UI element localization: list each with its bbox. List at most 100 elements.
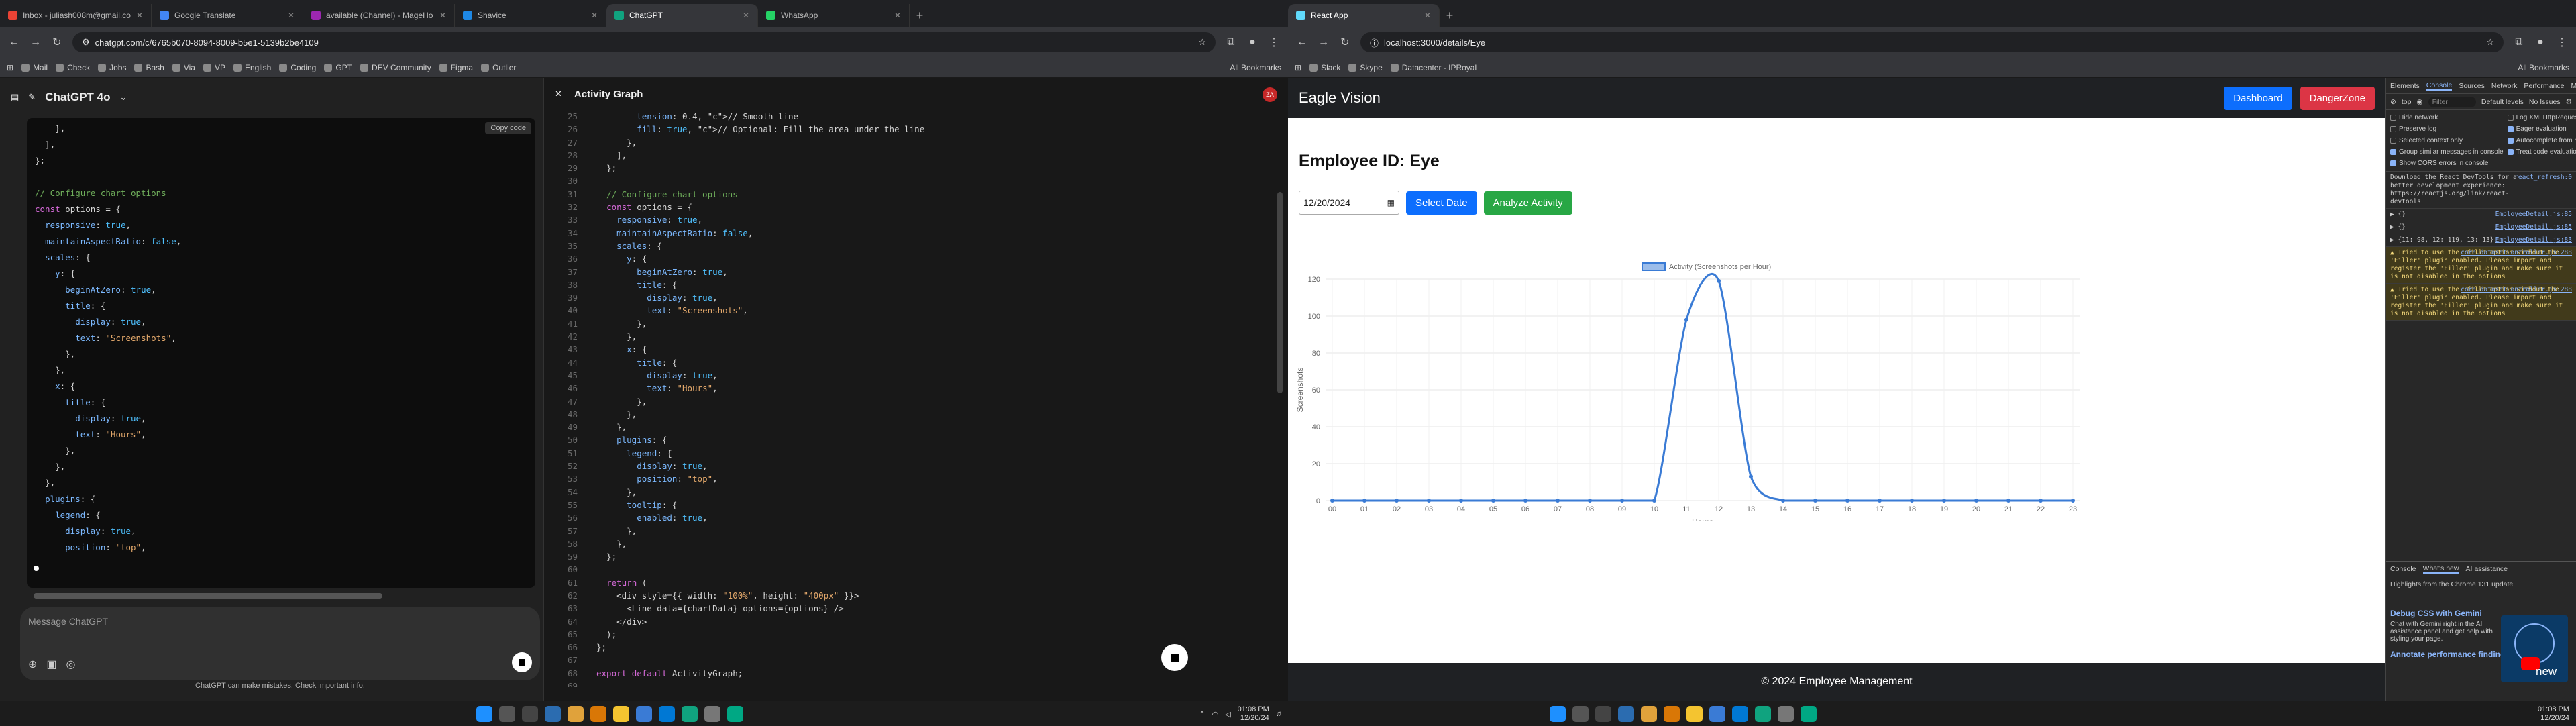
checkbox[interactable] <box>2390 149 2396 155</box>
notification-bell-icon[interactable]: ♫ <box>1276 710 1281 718</box>
chatgpt-icon[interactable] <box>682 706 698 722</box>
search-icon[interactable] <box>1572 706 1589 722</box>
context-selector[interactable]: top <box>2402 98 2412 106</box>
start-icon[interactable] <box>1550 706 1566 722</box>
data-point[interactable] <box>1523 499 1527 503</box>
bookmark-item[interactable]: English <box>233 63 271 72</box>
data-point[interactable] <box>1459 499 1463 503</box>
bookmark-item[interactable]: Figma <box>439 63 473 72</box>
data-point[interactable] <box>1395 499 1399 503</box>
console-option[interactable]: Show CORS errors in console <box>2390 160 2504 167</box>
reload-icon[interactable]: ↻ <box>51 36 63 49</box>
app-icon[interactable] <box>704 706 720 722</box>
data-point[interactable] <box>1813 499 1817 503</box>
checkbox[interactable] <box>2507 138 2514 144</box>
clear-console-icon[interactable]: ⊘ <box>2390 98 2396 106</box>
data-point[interactable] <box>1491 499 1495 503</box>
devtools-tab[interactable]: Elements <box>2390 82 2420 90</box>
console-option[interactable]: Log XMLHttpRequests <box>2507 114 2576 121</box>
message-source-link[interactable]: EmployeeDetail.js:83 <box>2496 236 2572 244</box>
tools-icon[interactable]: ▣ <box>46 658 56 671</box>
chevron-down-icon[interactable]: ⌄ <box>120 92 127 103</box>
brand[interactable]: Eagle Vision <box>1299 89 1381 107</box>
browser-tab[interactable]: available (Channel) - MageHo ✕ <box>303 4 455 27</box>
data-point[interactable] <box>1749 474 1753 479</box>
chrome-canary-icon[interactable] <box>1664 706 1680 722</box>
back-icon[interactable]: ← <box>8 36 20 48</box>
app-icon[interactable] <box>1778 706 1794 722</box>
browser-tab[interactable]: Inbox - juliash008m@gmail.co ✕ <box>0 4 152 27</box>
chrome-canary-icon[interactable] <box>590 706 606 722</box>
close-tab-icon[interactable]: ✕ <box>894 11 901 20</box>
whatsapp-icon[interactable] <box>727 706 743 722</box>
data-point[interactable] <box>1620 499 1624 503</box>
bookmark-item[interactable]: VP <box>203 63 225 72</box>
site-info-icon[interactable]: ⓘ <box>1370 36 1379 49</box>
menu-icon[interactable]: ⋮ <box>2556 36 2568 49</box>
profile-icon[interactable]: ● <box>1246 36 1258 48</box>
data-point[interactable] <box>2006 499 2010 503</box>
close-tab-icon[interactable]: ✕ <box>743 11 749 20</box>
whats-new-video-thumbnail[interactable]: new <box>2501 615 2568 682</box>
attach-icon[interactable]: ⊕ <box>28 658 37 671</box>
drawer-tab[interactable]: AI assistance <box>2465 565 2507 573</box>
console-message[interactable]: ▶ {} EmployeeDetail.js:85 <box>2386 209 2576 221</box>
data-point[interactable] <box>1588 499 1592 503</box>
vscode-2-icon[interactable] <box>659 706 675 722</box>
horizontal-scrollbar[interactable] <box>34 593 382 599</box>
drawer-tab[interactable]: Console <box>2390 565 2416 573</box>
message-source-link[interactable]: core.datasetController.js:288 <box>2461 249 2572 257</box>
bookmark-item[interactable]: Slack <box>1309 63 1340 72</box>
bookmark-item[interactable]: Skype <box>1348 63 1383 72</box>
data-point[interactable] <box>1652 499 1656 503</box>
message-source-link[interactable]: core.datasetController.js:288 <box>2461 286 2572 294</box>
data-point[interactable] <box>1556 499 1560 503</box>
select-date-button[interactable]: Select Date <box>1406 191 1477 215</box>
close-tab-icon[interactable]: ✕ <box>439 11 446 20</box>
start-icon[interactable] <box>476 706 492 722</box>
extensions-icon[interactable]: ⧉ <box>1225 36 1237 48</box>
console-message[interactable]: Download the React DevTools for a better… <box>2386 172 2576 209</box>
calendar-icon[interactable]: ▦ <box>1387 198 1395 207</box>
back-icon[interactable]: ← <box>1296 36 1308 48</box>
data-point[interactable] <box>2039 499 2043 503</box>
vertical-scrollbar[interactable] <box>1277 192 1283 393</box>
clock[interactable]: 01:08 PM 12/20/24 <box>2538 705 2569 723</box>
legend-label[interactable]: Activity (Screenshots per Hour) <box>1669 263 1771 271</box>
bookmark-item[interactable]: Datacenter - IPRoyal <box>1390 63 1477 72</box>
checkbox[interactable] <box>2507 126 2514 132</box>
close-icon[interactable]: ✕ <box>555 89 562 99</box>
menu-icon[interactable]: ⋮ <box>1268 36 1280 49</box>
globe-icon[interactable]: ◎ <box>66 658 76 671</box>
avatar[interactable]: ZA <box>1263 87 1277 102</box>
bookmark-item[interactable]: Outlier <box>481 63 516 72</box>
new-chat-icon[interactable]: ✎ <box>28 92 36 103</box>
console-message[interactable]: ▲ Tried to use the 'fill' option without… <box>2386 284 2576 321</box>
dangerzone-button[interactable]: DangerZone <box>2300 86 2375 110</box>
devtools-tab[interactable]: Console <box>2426 81 2453 91</box>
data-point[interactable] <box>1942 499 1946 503</box>
data-point[interactable] <box>1910 499 1914 503</box>
data-point[interactable] <box>1362 499 1366 503</box>
browser-tab[interactable]: WhatsApp ✕ <box>758 4 910 27</box>
bookmark-item[interactable]: Bash <box>134 63 164 72</box>
volume-icon[interactable]: ◁ <box>1225 710 1230 719</box>
bookmark-item[interactable]: Via <box>172 63 195 72</box>
vscode-icon[interactable] <box>1618 706 1634 722</box>
taskview-icon[interactable] <box>522 706 538 722</box>
folder-icon[interactable] <box>613 706 629 722</box>
devtools-tab[interactable]: Network <box>2491 82 2518 90</box>
filter-input[interactable]: Filter <box>2428 96 2476 107</box>
settings-gear-icon[interactable]: ⚙ <box>2566 98 2572 106</box>
mail-icon[interactable] <box>1709 706 1725 722</box>
dashboard-button[interactable]: Dashboard <box>2224 86 2292 110</box>
console-option[interactable]: Autocomplete from history <box>2507 137 2576 144</box>
taskview-icon[interactable] <box>1595 706 1611 722</box>
drawer-tab[interactable]: What's new <box>2422 564 2459 574</box>
canvas-code[interactable]: 25 26 27 28 29 30 31 32 33 34 35 36 37 38 39 40 41 42 43 44… <box>544 110 1288 687</box>
chrome-icon[interactable] <box>1641 706 1657 722</box>
forward-icon[interactable]: → <box>30 36 42 48</box>
chrome-icon[interactable] <box>568 706 584 722</box>
mail-icon[interactable] <box>636 706 652 722</box>
new-tab-icon[interactable]: + <box>1440 4 1460 27</box>
